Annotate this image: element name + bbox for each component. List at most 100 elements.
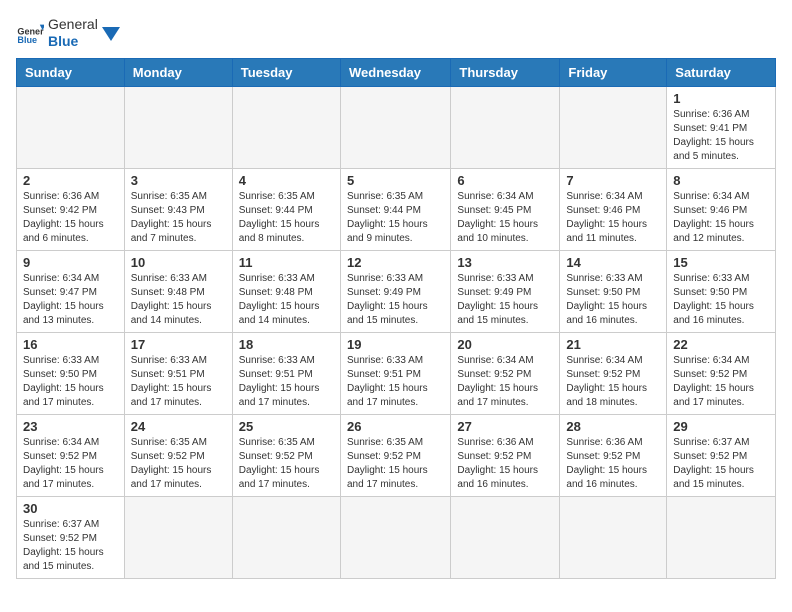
day-number: 17	[131, 337, 226, 352]
calendar-cell	[340, 86, 450, 168]
header: General Blue General Blue	[16, 16, 776, 50]
day-info: Sunrise: 6:36 AM Sunset: 9:52 PM Dayligh…	[457, 436, 553, 492]
day-info: Sunrise: 6:34 AM Sunset: 9:52 PM Dayligh…	[457, 354, 553, 410]
day-info: Sunrise: 6:37 AM Sunset: 9:52 PM Dayligh…	[673, 436, 769, 492]
calendar-cell: 23Sunrise: 6:34 AM Sunset: 9:52 PM Dayli…	[17, 414, 125, 496]
calendar-cell: 27 Sunrise: 6:36 AM Sunset: 9:52 PM Dayli…	[451, 414, 560, 496]
day-number: 23	[23, 419, 118, 434]
logo: General Blue General Blue	[16, 16, 122, 50]
calendar-cell: 4 Sunrise: 6:35 AM Sunset: 9:44 PM Daylig…	[232, 168, 340, 250]
day-info: Sunrise: 6:34 AM Sunset: 9:52 PM Dayligh…	[566, 354, 660, 410]
day-info: Sunrise: 6:34 AM Sunset: 9:46 PM Dayligh…	[673, 190, 769, 246]
calendar-cell: 11 Sunrise: 6:33 AM Sunset: 9:48 PM Dayli…	[232, 250, 340, 332]
day-number: 29	[673, 419, 769, 434]
day-number: 4	[239, 173, 334, 188]
weekday-header-friday: Friday	[560, 58, 667, 86]
day-number: 1	[673, 91, 769, 106]
day-info: Sunrise: 6:34 AM Sunset: 9:45 PM Dayligh…	[457, 190, 553, 246]
calendar-cell	[560, 86, 667, 168]
calendar-cell: 1 Sunrise: 6:36 AM Sunset: 9:41 PM Daylig…	[667, 86, 776, 168]
week-row-2: 9 Sunrise: 6:34 AM Sunset: 9:47 PM Daylig…	[17, 250, 776, 332]
day-info: Sunrise: 6:33 AM Sunset: 9:48 PM Dayligh…	[239, 272, 334, 328]
weekday-header-monday: Monday	[124, 58, 232, 86]
svg-text:Blue: Blue	[17, 35, 37, 45]
calendar-cell	[451, 496, 560, 578]
day-number: 26	[347, 419, 444, 434]
day-number: 9	[23, 255, 118, 270]
day-info: Sunrise: 6:33 AM Sunset: 9:50 PM Dayligh…	[673, 272, 769, 328]
day-number: 13	[457, 255, 553, 270]
day-info: Sunrise: 6:34 AM Sunset: 9:52 PM Dayligh…	[673, 354, 769, 410]
calendar: SundayMondayTuesdayWednesdayThursdayFrid…	[16, 58, 776, 579]
day-number: 25	[239, 419, 334, 434]
day-number: 12	[347, 255, 444, 270]
calendar-cell	[340, 496, 450, 578]
day-info: Sunrise: 6:36 AM Sunset: 9:41 PM Dayligh…	[673, 108, 769, 164]
day-info: Sunrise: 6:36 AM Sunset: 9:52 PM Dayligh…	[566, 436, 660, 492]
day-number: 20	[457, 337, 553, 352]
day-number: 2	[23, 173, 118, 188]
calendar-cell	[124, 86, 232, 168]
calendar-cell: 15 Sunrise: 6:33 AM Sunset: 9:50 PM Dayli…	[667, 250, 776, 332]
calendar-cell	[451, 86, 560, 168]
calendar-cell: 3 Sunrise: 6:35 AM Sunset: 9:43 PM Daylig…	[124, 168, 232, 250]
calendar-cell: 14 Sunrise: 6:33 AM Sunset: 9:50 PM Dayli…	[560, 250, 667, 332]
calendar-cell: 21Sunrise: 6:34 AM Sunset: 9:52 PM Dayli…	[560, 332, 667, 414]
calendar-cell: 9 Sunrise: 6:34 AM Sunset: 9:47 PM Daylig…	[17, 250, 125, 332]
week-row-1: 2 Sunrise: 6:36 AM Sunset: 9:42 PM Daylig…	[17, 168, 776, 250]
day-number: 7	[566, 173, 660, 188]
day-number: 24	[131, 419, 226, 434]
day-number: 30	[23, 501, 118, 516]
week-row-5: 30Sunrise: 6:37 AM Sunset: 9:52 PM Dayli…	[17, 496, 776, 578]
calendar-cell: 5Sunrise: 6:35 AM Sunset: 9:44 PM Daylig…	[340, 168, 450, 250]
day-info: Sunrise: 6:33 AM Sunset: 9:49 PM Dayligh…	[457, 272, 553, 328]
calendar-cell	[667, 496, 776, 578]
calendar-cell: 28Sunrise: 6:36 AM Sunset: 9:52 PM Dayli…	[560, 414, 667, 496]
logo-general-text: General	[48, 16, 98, 33]
calendar-cell: 20 Sunrise: 6:34 AM Sunset: 9:52 PM Dayli…	[451, 332, 560, 414]
day-info: Sunrise: 6:35 AM Sunset: 9:52 PM Dayligh…	[347, 436, 444, 492]
week-row-4: 23Sunrise: 6:34 AM Sunset: 9:52 PM Dayli…	[17, 414, 776, 496]
day-number: 18	[239, 337, 334, 352]
calendar-cell: 19Sunrise: 6:33 AM Sunset: 9:51 PM Dayli…	[340, 332, 450, 414]
day-number: 11	[239, 255, 334, 270]
day-number: 27	[457, 419, 553, 434]
calendar-cell	[560, 496, 667, 578]
day-info: Sunrise: 6:35 AM Sunset: 9:43 PM Dayligh…	[131, 190, 226, 246]
calendar-cell: 6 Sunrise: 6:34 AM Sunset: 9:45 PM Daylig…	[451, 168, 560, 250]
day-number: 6	[457, 173, 553, 188]
calendar-cell: 25 Sunrise: 6:35 AM Sunset: 9:52 PM Dayli…	[232, 414, 340, 496]
weekday-header-thursday: Thursday	[451, 58, 560, 86]
day-info: Sunrise: 6:35 AM Sunset: 9:44 PM Dayligh…	[239, 190, 334, 246]
weekday-header-sunday: Sunday	[17, 58, 125, 86]
day-number: 3	[131, 173, 226, 188]
day-number: 15	[673, 255, 769, 270]
week-row-3: 16Sunrise: 6:33 AM Sunset: 9:50 PM Dayli…	[17, 332, 776, 414]
day-info: Sunrise: 6:35 AM Sunset: 9:52 PM Dayligh…	[131, 436, 226, 492]
calendar-cell	[232, 496, 340, 578]
calendar-cell	[232, 86, 340, 168]
calendar-cell: 2 Sunrise: 6:36 AM Sunset: 9:42 PM Daylig…	[17, 168, 125, 250]
calendar-cell: 13 Sunrise: 6:33 AM Sunset: 9:49 PM Dayli…	[451, 250, 560, 332]
calendar-cell	[124, 496, 232, 578]
day-info: Sunrise: 6:34 AM Sunset: 9:46 PM Dayligh…	[566, 190, 660, 246]
day-info: Sunrise: 6:33 AM Sunset: 9:49 PM Dayligh…	[347, 272, 444, 328]
calendar-cell: 22 Sunrise: 6:34 AM Sunset: 9:52 PM Dayli…	[667, 332, 776, 414]
logo-blue-text: Blue	[48, 33, 98, 50]
calendar-cell: 17Sunrise: 6:33 AM Sunset: 9:51 PM Dayli…	[124, 332, 232, 414]
day-number: 5	[347, 173, 444, 188]
calendar-cell: 7 Sunrise: 6:34 AM Sunset: 9:46 PM Daylig…	[560, 168, 667, 250]
calendar-cell: 24 Sunrise: 6:35 AM Sunset: 9:52 PM Dayli…	[124, 414, 232, 496]
calendar-cell: 26 Sunrise: 6:35 AM Sunset: 9:52 PM Dayli…	[340, 414, 450, 496]
day-info: Sunrise: 6:33 AM Sunset: 9:51 PM Dayligh…	[239, 354, 334, 410]
calendar-cell: 12 Sunrise: 6:33 AM Sunset: 9:49 PM Dayli…	[340, 250, 450, 332]
calendar-cell: 10Sunrise: 6:33 AM Sunset: 9:48 PM Dayli…	[124, 250, 232, 332]
day-info: Sunrise: 6:36 AM Sunset: 9:42 PM Dayligh…	[23, 190, 118, 246]
day-number: 14	[566, 255, 660, 270]
day-number: 22	[673, 337, 769, 352]
day-info: Sunrise: 6:33 AM Sunset: 9:50 PM Dayligh…	[566, 272, 660, 328]
day-info: Sunrise: 6:35 AM Sunset: 9:52 PM Dayligh…	[239, 436, 334, 492]
calendar-cell: 18 Sunrise: 6:33 AM Sunset: 9:51 PM Dayli…	[232, 332, 340, 414]
day-info: Sunrise: 6:33 AM Sunset: 9:50 PM Dayligh…	[23, 354, 118, 410]
day-info: Sunrise: 6:34 AM Sunset: 9:47 PM Dayligh…	[23, 272, 118, 328]
